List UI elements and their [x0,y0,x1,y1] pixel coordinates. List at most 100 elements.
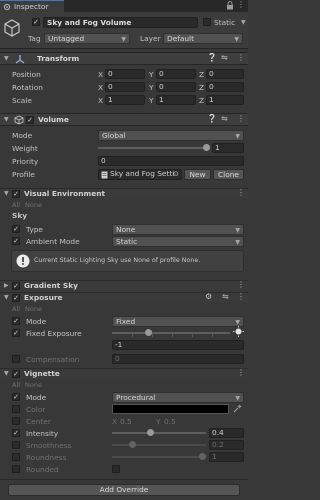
weight-field[interactable]: 1 [212,143,244,153]
roundness-override-checkbox[interactable] [12,453,20,461]
sky-type-dropdown[interactable]: None ▼ [112,224,244,235]
gradient-sky-header[interactable]: ▶ ✓ Gradient Sky ⋮ [0,280,248,291]
help-icon[interactable]: ❔ [207,114,217,123]
rounded-checkbox[interactable] [112,465,120,473]
profile-object-field[interactable]: Sky and Fog Setti [98,169,182,180]
more-menu-icon[interactable]: ⋮ [237,0,245,9]
fixed-exposure-override-checkbox[interactable]: ✓ [12,329,20,337]
none-toggle[interactable]: None [25,305,42,313]
tab-inspector[interactable]: Inspector [0,0,64,12]
none-toggle[interactable]: None [25,201,42,209]
all-toggle[interactable]: All [12,381,20,389]
gradient-sky-enabled-checkbox[interactable]: ✓ [12,282,20,290]
fixed-exposure-knob[interactable] [145,329,152,336]
color-override-checkbox[interactable] [12,405,20,413]
color-swatch[interactable] [112,404,229,414]
new-profile-button[interactable]: New [184,169,211,180]
exposure-mode-dropdown[interactable]: Fixed ▼ [112,316,244,327]
ambient-mode-override-checkbox[interactable]: ✓ [12,237,20,245]
scale-z-field[interactable]: 1 [206,95,244,105]
ambient-mode-label: Ambient Mode [26,237,80,246]
rounded-override-checkbox[interactable] [12,465,20,473]
exposure-header[interactable]: ▼ ✓ Exposure ⚙ ⇋ ⋮ [0,292,248,303]
rotation-x-field[interactable]: 0 [105,82,145,92]
fixed-exposure-field[interactable]: -1 [112,340,244,350]
preset-icon[interactable]: ⇋ [222,292,229,301]
static-checkbox[interactable] [203,18,211,26]
center-y-field[interactable]: 0.5 [164,417,176,426]
foldout-arrow-icon[interactable]: ▼ [4,116,9,123]
rotation-y-field[interactable]: 0 [156,82,196,92]
foldout-arrow-icon[interactable]: ▼ [4,190,9,197]
weight-slider-knob[interactable] [203,144,210,151]
smoothness-field[interactable]: 0.2 [209,440,244,450]
object-picker-icon[interactable]: ⊙ [173,170,179,178]
more-menu-icon[interactable]: ⋮ [237,53,245,62]
roundness-slider[interactable] [112,452,206,462]
foldout-arrow-icon[interactable]: ▼ [4,370,9,377]
priority-label: Priority [12,157,39,166]
compensation-field[interactable]: 0 [112,354,244,364]
vignette-mode-dropdown[interactable]: Procedural ▼ [112,392,244,403]
more-menu-icon[interactable]: ⋮ [237,368,245,377]
scale-x-field[interactable]: 1 [105,95,145,105]
foldout-arrow-icon[interactable]: ▼ [4,294,9,301]
position-y-field[interactable]: 0 [156,69,196,79]
none-toggle[interactable]: None [25,381,42,389]
foldout-arrow-right-icon[interactable]: ▶ [4,282,9,289]
fixed-exposure-ruler[interactable] [112,328,232,338]
layer-dropdown[interactable]: Default ▼ [163,33,243,44]
roundness-field[interactable]: 1 [209,452,244,462]
center-x-field[interactable]: 0.5 [120,417,132,426]
more-menu-icon[interactable]: ⋮ [237,114,245,123]
center-override-checkbox[interactable] [12,417,20,425]
preset-icon[interactable]: ⇋ [221,53,228,62]
visual-environment-enabled-checkbox[interactable]: ✓ [12,190,20,198]
vignette-mode-override-checkbox[interactable]: ✓ [12,393,20,401]
roundness-slider-knob[interactable] [199,453,206,460]
help-icon[interactable]: ❔ [207,53,217,62]
divider [0,479,248,480]
exposure-mode-override-checkbox[interactable]: ✓ [12,317,20,325]
foldout-arrow-icon[interactable]: ▼ [4,55,9,62]
preset-icon[interactable]: ⇋ [221,114,228,123]
add-override-button[interactable]: Add Override [8,484,240,496]
position-x-field[interactable]: 0 [105,69,145,79]
vignette-enabled-checkbox[interactable]: ✓ [12,370,20,378]
settings-gear-icon[interactable]: ⚙ [205,292,212,301]
eyedropper-icon[interactable] [233,404,242,413]
visual-environment-header[interactable]: ▼ ✓ Visual Environment ⋮ [0,188,248,199]
vignette-header[interactable]: ▼ ✓ Vignette ⋮ [0,368,248,379]
exposure-enabled-checkbox[interactable]: ✓ [12,294,20,302]
lock-icon[interactable] [226,1,234,10]
static-dropdown-icon[interactable]: ▼ [241,19,246,26]
transform-header[interactable]: ▼ Transform ❔ ⇋ ⋮ [0,52,248,65]
intensity-override-checkbox[interactable]: ✓ [12,429,20,437]
smoothness-slider-knob[interactable] [129,441,137,448]
gameobject-name-input[interactable]: Sky and Fog Volume [43,17,198,28]
scale-y-field[interactable]: 1 [156,95,196,105]
priority-field[interactable]: 0 [98,156,244,166]
type-override-checkbox[interactable]: ✓ [12,225,20,233]
more-menu-icon[interactable]: ⋮ [237,188,245,197]
intensity-field[interactable]: 0.4 [209,428,244,438]
all-toggle[interactable]: All [12,305,20,313]
gameobject-active-checkbox[interactable]: ✓ [32,18,40,26]
ambient-mode-dropdown[interactable]: Static ▼ [112,236,244,247]
volume-mode-dropdown[interactable]: Global ▼ [98,130,244,141]
compensation-override-checkbox[interactable] [12,355,20,363]
more-menu-icon[interactable]: ⋮ [237,280,245,289]
volume-enabled-checkbox[interactable]: ✓ [26,116,34,124]
weight-slider[interactable] [98,143,210,153]
intensity-slider-knob[interactable] [146,429,154,436]
smoothness-override-checkbox[interactable] [12,441,20,449]
smoothness-slider[interactable] [112,440,206,450]
all-toggle[interactable]: All [12,201,20,209]
tag-dropdown[interactable]: Untagged ▼ [44,33,130,44]
position-z-field[interactable]: 0 [206,69,244,79]
intensity-slider[interactable] [112,428,206,438]
volume-header[interactable]: ▼ ✓ Volume ❔ ⇋ ⋮ [0,113,248,126]
rotation-z-field[interactable]: 0 [206,82,244,92]
clone-profile-button[interactable]: Clone [213,169,244,180]
more-menu-icon[interactable]: ⋮ [237,292,245,301]
